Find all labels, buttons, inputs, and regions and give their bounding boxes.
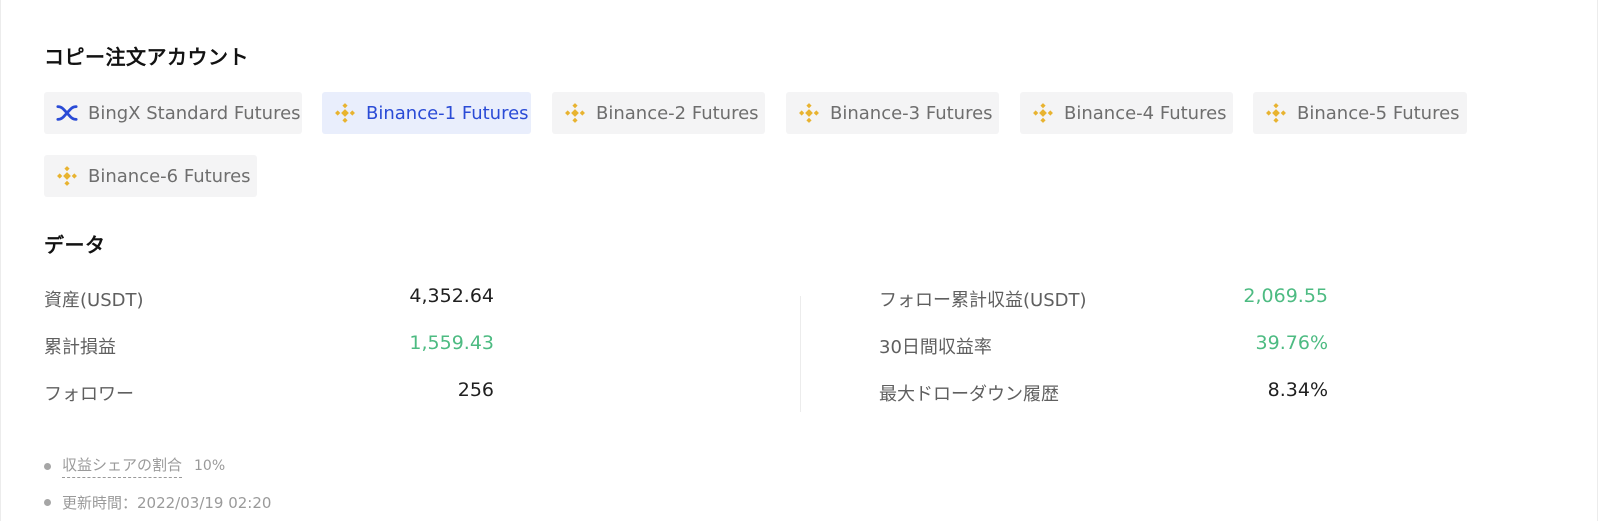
data-section-title: データ	[44, 233, 106, 257]
stats-divider	[800, 296, 801, 412]
max-drawdown-label: 最大ドローダウン履歴	[879, 384, 1059, 405]
account-tab-label: Binance-6 Futures	[88, 165, 251, 187]
bullet-icon	[44, 499, 51, 506]
assets-value: 4,352.64	[409, 285, 494, 307]
binance-logo-icon	[56, 165, 78, 187]
thirty-day-return-label: 30日間収益率	[879, 337, 992, 358]
binance-logo-icon	[1032, 102, 1054, 124]
profit-share-note: 収益シェアの割合 10%	[44, 454, 225, 478]
cumulative-pnl-value: 1,559.43	[409, 332, 494, 354]
account-tab-binance-3[interactable]: Binance-3 Futures	[786, 92, 999, 134]
binance-logo-icon	[1265, 102, 1287, 124]
copy-accounts-title: コピー注文アカウント	[44, 45, 249, 69]
bullet-icon	[44, 462, 51, 470]
account-tab-label: Binance-2 Futures	[596, 102, 759, 124]
account-tab-binance-6[interactable]: Binance-6 Futures	[44, 155, 257, 197]
page-frame	[0, 0, 1598, 521]
account-tab-label: Binance-5 Futures	[1297, 102, 1460, 124]
profit-share-term[interactable]: 収益シェアの割合	[62, 454, 183, 478]
account-tab-binance-5[interactable]: Binance-5 Futures	[1253, 92, 1467, 134]
binance-logo-icon	[334, 102, 356, 124]
followers-value: 256	[457, 379, 494, 401]
account-tab-binance-2[interactable]: Binance-2 Futures	[552, 92, 765, 134]
profit-share-value: 10%	[194, 458, 226, 474]
max-drawdown-value: 8.34%	[1267, 379, 1328, 401]
binance-logo-icon	[564, 102, 586, 124]
followers-label: フォロワー	[44, 384, 134, 405]
binance-logo-icon	[798, 102, 820, 124]
follow-cumulative-profit-value: 2,069.55	[1243, 285, 1328, 307]
bingx-logo-icon	[56, 102, 78, 124]
cumulative-pnl-label: 累計損益	[44, 337, 116, 358]
account-tab-binance-1[interactable]: Binance-1 Futures	[322, 92, 531, 134]
account-tab-label: Binance-1 Futures	[366, 102, 529, 124]
account-tab-label: Binance-3 Futures	[830, 102, 993, 124]
assets-label: 資産(USDT)	[44, 290, 144, 311]
follow-cumulative-profit-label: フォロー累計収益(USDT)	[879, 290, 1087, 311]
update-time-note: 更新時間：2022/03/19 02:20	[44, 492, 271, 513]
account-tab-binance-4[interactable]: Binance-4 Futures	[1020, 92, 1233, 134]
account-tab-label: Binance-4 Futures	[1064, 102, 1227, 124]
account-tab-label: BingX Standard Futures	[88, 102, 301, 124]
thirty-day-return-value: 39.76%	[1255, 332, 1328, 354]
update-time-text: 更新時間：2022/03/19 02:20	[62, 494, 272, 512]
account-tab-bingx-standard[interactable]: BingX Standard Futures	[44, 92, 302, 134]
